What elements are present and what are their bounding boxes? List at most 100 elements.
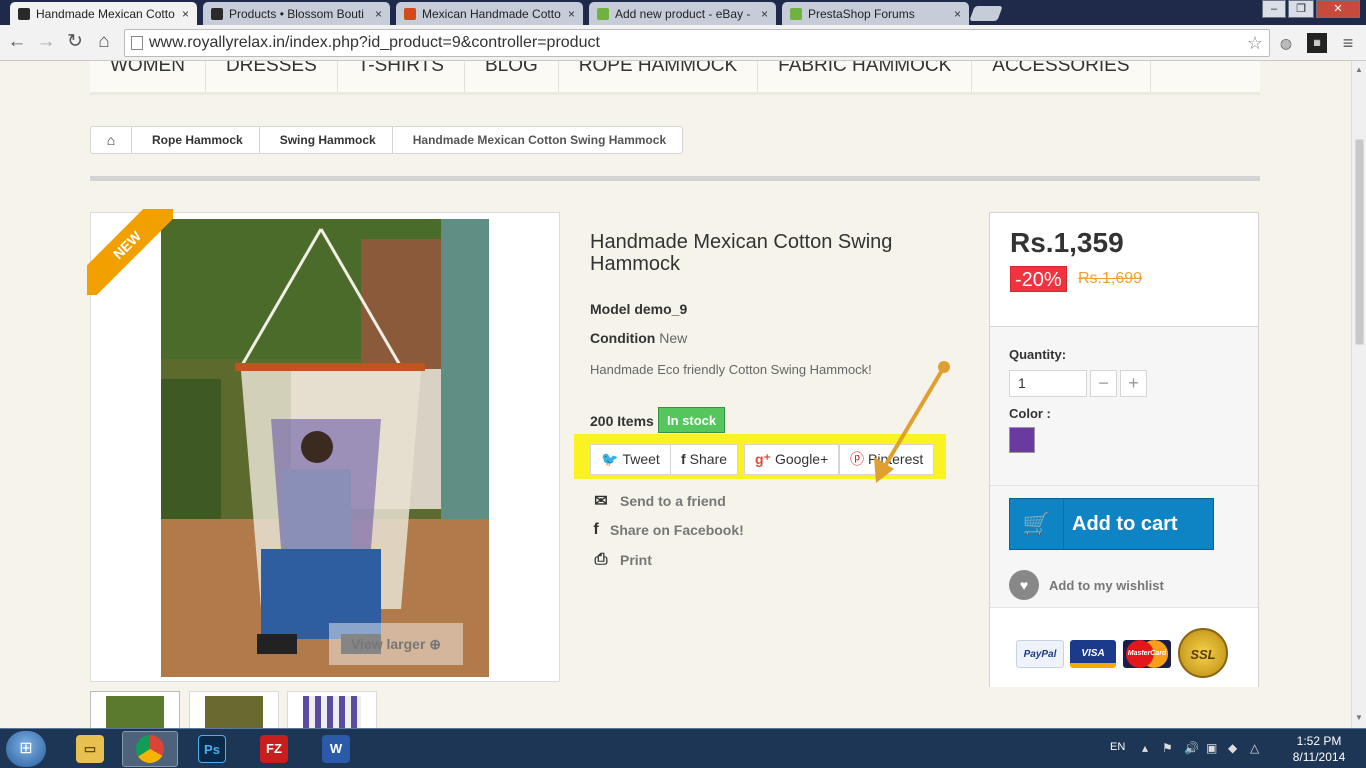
- quantity-plus-button[interactable]: +: [1120, 370, 1147, 397]
- print-link[interactable]: ⎙ Print: [590, 551, 652, 569]
- annotation-arrow: [874, 361, 950, 483]
- network-icon[interactable]: ▣: [1206, 741, 1217, 755]
- thumbnail[interactable]: [90, 691, 180, 728]
- buy-box: Rs.1,359 -20% Rs.1,699 Quantity: 1 − + C…: [989, 212, 1259, 687]
- taskbar-filezilla[interactable]: FZ: [246, 731, 302, 767]
- tab-close-icon[interactable]: ×: [568, 7, 575, 21]
- color-swatch[interactable]: [1009, 427, 1035, 453]
- pinterest-icon: ⓟ: [850, 451, 864, 467]
- language-indicator[interactable]: EN: [1110, 741, 1125, 753]
- bookmark-star-icon[interactable]: ☆: [1247, 30, 1263, 56]
- browser-tab-active[interactable]: Handmade Mexican Cotto ×: [10, 2, 197, 25]
- browser-tab[interactable]: Add new product - eBay - ×: [589, 2, 776, 25]
- tab-close-icon[interactable]: ×: [954, 7, 961, 21]
- color-label: Color :: [1009, 406, 1051, 421]
- google-plus-button[interactable]: g⁺ Google+: [744, 444, 840, 475]
- browser-tab[interactable]: Products • Blossom Bouti ×: [203, 2, 390, 25]
- main-menu: WOMEN DRESSES T-SHIRTS BLOG ROPE HAMMOCK…: [90, 61, 1260, 95]
- facebook-share-button[interactable]: f Share: [670, 444, 739, 475]
- show-hidden-icons-icon[interactable]: ▴: [1142, 741, 1148, 755]
- menu-item-rope-hammock[interactable]: ROPE HAMMOCK: [559, 61, 759, 92]
- tab-close-icon[interactable]: ×: [375, 7, 382, 21]
- tab-close-icon[interactable]: ×: [182, 7, 189, 21]
- minimize-button[interactable]: –: [1262, 0, 1286, 18]
- taskbar-photoshop[interactable]: Ps: [184, 731, 240, 767]
- taskbar-explorer[interactable]: ▭: [62, 731, 118, 767]
- condition-value: New: [659, 330, 688, 346]
- current-price: Rs.1,359: [1010, 227, 1124, 258]
- ssl-seal-logo: SSL: [1178, 628, 1228, 678]
- reload-icon[interactable]: ↻: [63, 30, 87, 54]
- ebay-check-extension-icon[interactable]: ▦: [1307, 33, 1327, 53]
- address-bar[interactable]: www.royallyrelax.in/index.php?id_product…: [124, 29, 1270, 57]
- scroll-up-icon[interactable]: ▲: [1355, 65, 1363, 74]
- site-favicon-icon: [404, 7, 416, 20]
- breadcrumb-item-swing-hammock[interactable]: Swing Hammock: [258, 127, 392, 153]
- quantity-minus-button[interactable]: −: [1090, 370, 1117, 397]
- home-icon[interactable]: ⌂: [92, 30, 116, 54]
- menu-item-blog[interactable]: BLOG: [465, 61, 559, 92]
- product-image-box: View larger ⊕ NEW: [87, 209, 560, 682]
- stock-badge: In stock: [658, 407, 726, 433]
- view-larger-button[interactable]: View larger ⊕: [329, 623, 463, 665]
- close-window-button[interactable]: ✕: [1316, 0, 1360, 18]
- new-tab-button[interactable]: [969, 6, 1003, 21]
- prestashop-favicon-icon: [790, 7, 802, 20]
- thumbnail[interactable]: [287, 691, 377, 728]
- zoom-icon: ⊕: [429, 636, 442, 652]
- back-arrow-icon[interactable]: ←: [5, 30, 29, 54]
- divider: [90, 176, 1260, 181]
- action-center-icon[interactable]: ⚑: [1162, 741, 1173, 755]
- quantity-input[interactable]: 1: [1009, 370, 1087, 397]
- scroll-down-icon[interactable]: ▼: [1355, 713, 1363, 722]
- tab-label: Products • Blossom Bouti: [229, 6, 364, 21]
- menu-item-women[interactable]: WOMEN: [90, 61, 206, 92]
- dropbox-icon[interactable]: ◆: [1228, 741, 1237, 755]
- google-drive-icon[interactable]: △: [1250, 741, 1259, 755]
- menu-item-accessories[interactable]: ACCESSORIES: [972, 61, 1151, 92]
- page-scrollbar[interactable]: ▲ ▼: [1351, 61, 1366, 728]
- volume-icon[interactable]: 🔊: [1184, 741, 1199, 755]
- start-button[interactable]: ⊞: [6, 731, 46, 767]
- windows-taskbar: ⊞ ▭ Ps FZ W EN ▴ ⚑ 🔊 ▣ ◆ △ 1:52 PM 8/11/…: [0, 728, 1366, 768]
- payment-logos: PayPal VISA MasterCard SSL: [990, 607, 1258, 687]
- send-to-friend-link[interactable]: ✉ Send to a friend: [590, 491, 726, 511]
- web-page: WOMEN DRESSES T-SHIRTS BLOG ROPE HAMMOCK…: [0, 61, 1351, 728]
- menu-item-fabric-hammock[interactable]: FABRIC HAMMOCK: [758, 61, 973, 92]
- tab-label: Add new product - eBay -: [615, 6, 751, 21]
- system-clock[interactable]: 1:52 PM 8/11/2014: [1286, 733, 1352, 765]
- quantity-label: Quantity:: [1009, 347, 1067, 362]
- twitter-icon: 🐦: [601, 451, 619, 467]
- thumbnail[interactable]: [189, 691, 279, 728]
- home-icon[interactable]: ⌂: [91, 132, 131, 148]
- browser-tab[interactable]: Mexican Handmade Cotto ×: [396, 2, 583, 25]
- browser-tab[interactable]: PrestaShop Forums ×: [782, 2, 969, 25]
- address-text: www.royallyrelax.in/index.php?id_product…: [149, 34, 600, 51]
- tweet-button[interactable]: 🐦 Tweet: [590, 444, 671, 475]
- product-photo[interactable]: View larger ⊕: [161, 219, 489, 677]
- taskbar-word[interactable]: W: [308, 731, 364, 767]
- scrollbar-thumb[interactable]: [1355, 139, 1364, 345]
- model-value: demo_9: [634, 301, 688, 317]
- menu-icon[interactable]: ≡: [1338, 33, 1358, 53]
- items-count: 200 Items: [590, 413, 654, 429]
- breadcrumb-item-current: Handmade Mexican Cotton Swing Hammock: [391, 127, 682, 153]
- heart-icon: ♥: [1009, 570, 1039, 600]
- maximize-button[interactable]: ❐: [1288, 0, 1314, 18]
- product-title: Handmade Mexican Cotton Swing Hammock: [590, 231, 893, 275]
- menu-item-dresses[interactable]: DRESSES: [206, 61, 338, 92]
- add-to-wishlist-link[interactable]: ♥ Add to my wishlist: [1009, 570, 1164, 600]
- breadcrumb: ⌂ Rope Hammock Swing Hammock Handmade Me…: [90, 126, 684, 154]
- share-facebook-link[interactable]: f Share on Facebook!: [590, 521, 743, 539]
- extension-icon[interactable]: ◍: [1276, 33, 1296, 53]
- breadcrumb-item-rope-hammock[interactable]: Rope Hammock: [131, 127, 259, 153]
- menu-item-t-shirts[interactable]: T-SHIRTS: [338, 61, 465, 92]
- add-to-cart-button[interactable]: 🛒 Add to cart: [1009, 498, 1214, 550]
- taskbar-chrome[interactable]: [122, 731, 178, 767]
- forward-arrow-icon[interactable]: →: [34, 30, 58, 54]
- chrome-icon: [136, 735, 164, 763]
- ebay-favicon-icon: [597, 7, 609, 20]
- tab-close-icon[interactable]: ×: [761, 7, 768, 21]
- model-info: Model demo_9: [590, 301, 688, 317]
- tab-label: Handmade Mexican Cotto: [36, 6, 175, 21]
